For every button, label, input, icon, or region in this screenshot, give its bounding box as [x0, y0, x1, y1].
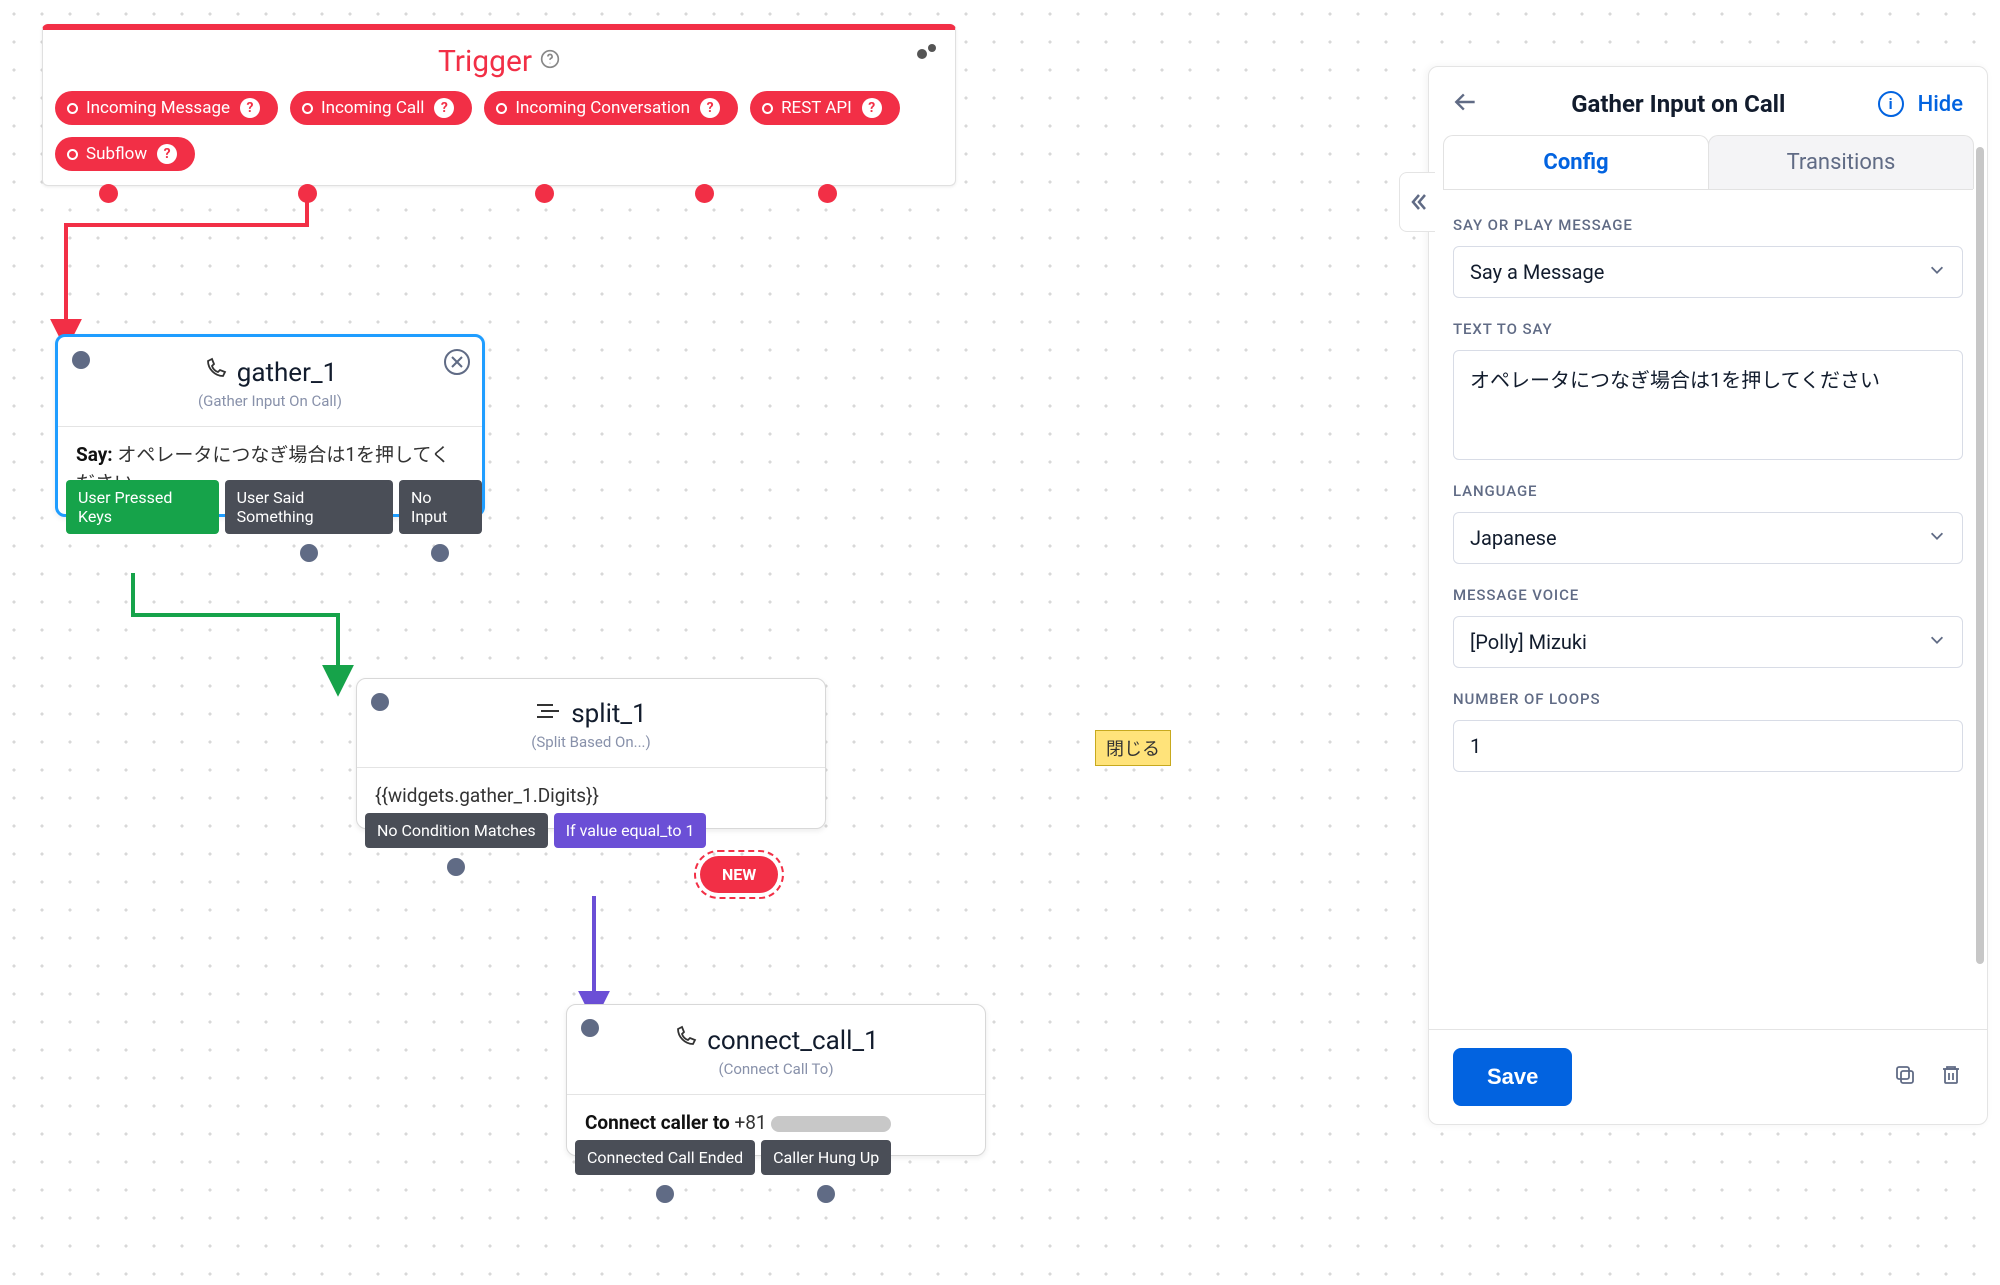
help-icon[interactable]: ?	[862, 98, 882, 118]
connector-dot[interactable]	[818, 184, 837, 203]
duplicate-icon[interactable]	[1893, 1063, 1917, 1091]
voice-select[interactable]: [Polly] Mizuki	[1453, 616, 1963, 668]
trigger-events: Incoming Message? Incoming Call? Incomin…	[43, 87, 955, 185]
connector-dot[interactable]	[298, 184, 317, 203]
close-label[interactable]: 閉じる	[1095, 730, 1171, 766]
connector-dot[interactable]	[99, 184, 118, 203]
split-icon	[535, 699, 561, 729]
panel-title: Gather Input on Call	[1493, 90, 1864, 118]
help-icon[interactable]	[540, 49, 560, 74]
delete-icon[interactable]	[1939, 1063, 1963, 1091]
out-no-condition[interactable]: No Condition Matches	[365, 813, 548, 848]
tab-transitions[interactable]: Transitions	[1708, 135, 1974, 189]
connector-dot[interactable]	[535, 184, 554, 203]
node-subtitle: (Split Based On...)	[531, 733, 650, 751]
help-icon[interactable]: ?	[157, 144, 177, 164]
inspector-panel: Gather Input on Call i Hide Config Trans…	[1428, 66, 1988, 1125]
connector-dot[interactable]	[695, 184, 714, 203]
out-user-said-something[interactable]: User Said Something	[225, 480, 393, 534]
collapse-panel-button[interactable]	[1399, 172, 1435, 232]
info-icon[interactable]: i	[1878, 91, 1904, 117]
hide-link[interactable]: Hide	[1918, 92, 1963, 117]
label-text-to-say: TEXT TO SAY	[1453, 320, 1963, 338]
connector-dot[interactable]	[817, 1185, 835, 1203]
help-icon[interactable]: ?	[700, 98, 720, 118]
event-rest-api[interactable]: REST API?	[750, 91, 900, 125]
panel-scrollbar[interactable]	[1976, 147, 1984, 964]
phone-icon	[673, 1025, 697, 1056]
label-loops: NUMBER OF LOOPS	[1453, 690, 1963, 708]
event-incoming-message[interactable]: Incoming Message?	[55, 91, 278, 125]
connect-call-node[interactable]: connect_call_1 (Connect Call To) Connect…	[566, 1004, 986, 1156]
new-transition-button[interactable]: NEW	[700, 856, 778, 893]
out-user-pressed-keys[interactable]: User Pressed Keys	[66, 480, 219, 534]
out-connected-ended[interactable]: Connected Call Ended	[575, 1140, 755, 1175]
phone-prefix: +81	[734, 1111, 766, 1134]
say-or-play-select[interactable]: Say a Message	[1453, 246, 1963, 298]
node-title: split_1	[571, 699, 647, 729]
event-incoming-conversation[interactable]: Incoming Conversation?	[484, 91, 738, 125]
trigger-title: Trigger	[438, 44, 532, 79]
split-node[interactable]: split_1 (Split Based On...) {{widgets.ga…	[356, 678, 826, 829]
node-title: connect_call_1	[707, 1026, 879, 1056]
trigger-node[interactable]: Trigger Incoming Message? Incoming Call?…	[42, 24, 956, 186]
text-to-say-input[interactable]: オペレータにつなぎ場合は1を押してください	[1453, 350, 1963, 460]
phone-icon	[203, 357, 227, 388]
back-arrow-icon[interactable]	[1453, 89, 1479, 119]
connector-dot[interactable]	[447, 858, 465, 876]
label-language: LANGUAGE	[1453, 482, 1963, 500]
loops-input[interactable]: 1	[1453, 720, 1963, 772]
gather-node[interactable]: gather_1 (Gather Input On Call) Say: オペレ…	[55, 334, 485, 517]
connector-dot[interactable]	[656, 1185, 674, 1203]
chevron-down-icon	[1928, 260, 1946, 284]
settings-gears-icon[interactable]	[913, 40, 941, 68]
event-incoming-call[interactable]: Incoming Call?	[290, 91, 472, 125]
label-voice: MESSAGE VOICE	[1453, 586, 1963, 604]
panel-body[interactable]: SAY OR PLAY MESSAGE Say a Message TEXT T…	[1429, 190, 1987, 1029]
help-icon[interactable]: ?	[240, 98, 260, 118]
out-caller-hung-up[interactable]: Caller Hung Up	[761, 1140, 891, 1175]
tab-config[interactable]: Config	[1443, 135, 1709, 189]
out-no-input[interactable]: No Input	[399, 480, 482, 534]
help-icon[interactable]: ?	[434, 98, 454, 118]
node-subtitle: (Gather Input On Call)	[198, 392, 342, 410]
node-subtitle: (Connect Call To)	[718, 1060, 833, 1078]
language-select[interactable]: Japanese	[1453, 512, 1963, 564]
redacted-number	[771, 1116, 891, 1132]
save-button[interactable]: Save	[1453, 1048, 1572, 1106]
out-equal-to-1[interactable]: If value equal_to 1	[554, 813, 707, 848]
panel-tabs: Config Transitions	[1443, 135, 1973, 190]
label-say-or-play: SAY OR PLAY MESSAGE	[1453, 216, 1963, 234]
node-title: gather_1	[237, 358, 338, 388]
chevron-down-icon	[1928, 630, 1946, 654]
connector-dot[interactable]	[431, 544, 449, 562]
connector-dot[interactable]	[300, 544, 318, 562]
event-subflow[interactable]: Subflow?	[55, 137, 195, 171]
chevron-down-icon	[1928, 526, 1946, 550]
